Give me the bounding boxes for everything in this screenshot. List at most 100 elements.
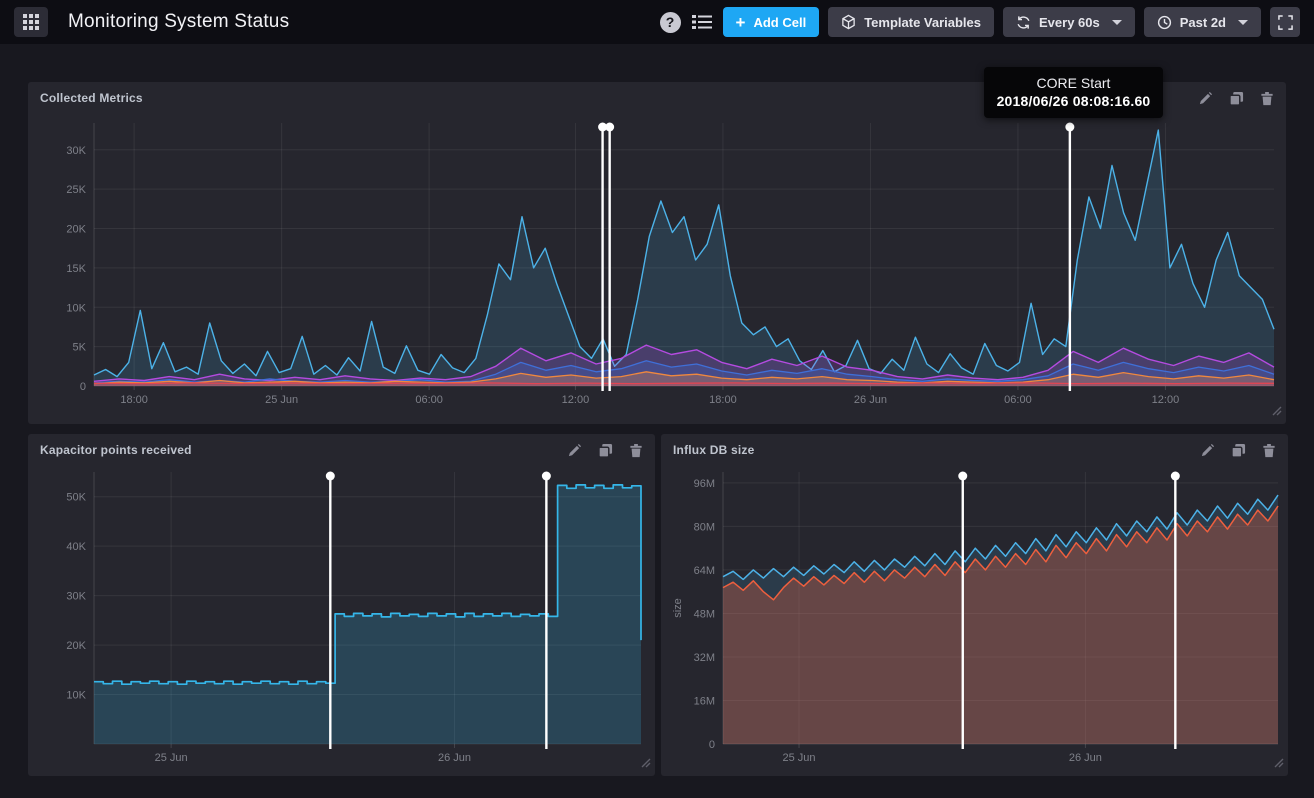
y-tick-label: 32M xyxy=(694,652,715,664)
annotation-handle[interactable] xyxy=(542,472,551,481)
cell-title: Kapacitor points received xyxy=(40,443,192,457)
series-line-points-red xyxy=(94,383,1274,384)
x-tick-label: 06:00 xyxy=(415,394,443,406)
y-tick-label: 80M xyxy=(694,521,715,533)
x-tick-label: 26 Jun xyxy=(438,752,471,764)
edit-cell-button[interactable] xyxy=(1198,91,1213,106)
y-tick-label: 96M xyxy=(694,478,715,490)
trash-icon xyxy=(629,443,643,458)
delete-cell-button[interactable] xyxy=(1262,443,1276,458)
add-cell-button[interactable]: + Add Cell xyxy=(723,7,820,37)
duplicate-icon xyxy=(598,443,613,458)
y-tick-label: 15K xyxy=(66,263,86,275)
cube-icon xyxy=(841,14,856,30)
y-tick-label: 5K xyxy=(73,342,87,354)
cell-title: Collected Metrics xyxy=(40,91,143,105)
x-tick-label: 26 Jun xyxy=(854,394,887,406)
refresh-icon xyxy=(1016,15,1031,30)
x-tick-label: 18:00 xyxy=(709,394,737,406)
cell-actions xyxy=(567,443,643,458)
help-icon[interactable]: ? xyxy=(660,12,681,33)
edit-cell-button[interactable] xyxy=(1200,443,1215,458)
cell-actions xyxy=(1198,91,1274,106)
presentation-mode-button[interactable] xyxy=(1270,7,1300,37)
y-tick-label: 20K xyxy=(66,640,86,652)
chart-canvas-collected-metrics[interactable]: 05K10K15K20K25K30K18:0025 Jun06:0012:001… xyxy=(36,115,1278,418)
list-icon xyxy=(692,14,712,30)
cell-collected-metrics: Collected Metrics 05K10K15K20K25K30K18:0… xyxy=(28,82,1286,424)
chart-canvas-kapacitor-points[interactable]: 10K 20K 30K 40K 50K 25 Jun 26 Jun xyxy=(36,467,647,770)
x-tick-label: 25 Jun xyxy=(783,752,816,764)
y-tick-label: 10K xyxy=(66,690,86,702)
duplicate-cell-button[interactable] xyxy=(1229,91,1244,106)
y-tick-label: 30K xyxy=(66,591,86,603)
y-tick-label: 25K xyxy=(66,184,86,196)
annotation-handle[interactable] xyxy=(958,472,967,481)
x-tick-label: 12:00 xyxy=(1152,394,1180,406)
time-range-dropdown[interactable]: Past 2d xyxy=(1144,7,1261,37)
grid-icon xyxy=(23,14,39,30)
y-tick-label: 64M xyxy=(694,565,715,577)
x-tick-label: 25 Jun xyxy=(265,394,298,406)
annotation-timestamp: 2018/06/26 08:08:16.60 xyxy=(994,93,1153,109)
annotation-title: CORE Start xyxy=(994,75,1153,91)
annotation-handle[interactable] xyxy=(605,123,614,132)
cell-influx-db-size: Influx DB size 0 16M 32M 48M 64M 80M 96M 25 Jun… xyxy=(661,434,1288,776)
chevron-down-icon xyxy=(1112,20,1122,25)
resize-handle[interactable] xyxy=(1272,755,1284,773)
x-tick-label: 18:00 xyxy=(120,394,148,406)
refresh-interval-dropdown[interactable]: Every 60s xyxy=(1003,7,1135,37)
duplicate-icon xyxy=(1229,91,1244,106)
add-cell-label: Add Cell xyxy=(753,15,806,30)
cell-header: Kapacitor points received xyxy=(28,434,655,466)
template-variables-button[interactable]: Template Variables xyxy=(828,7,994,37)
delete-cell-button[interactable] xyxy=(1260,91,1274,106)
fullscreen-icon xyxy=(1278,15,1293,30)
pencil-icon xyxy=(1200,443,1215,458)
annotation-handle[interactable] xyxy=(1171,472,1180,481)
cell-actions xyxy=(1200,443,1276,458)
annotation-tooltip: CORE Start 2018/06/26 08:08:16.60 xyxy=(984,67,1163,118)
graph-tips-button[interactable] xyxy=(690,7,714,37)
x-tick-label: 12:00 xyxy=(562,394,590,406)
cell-header: Influx DB size xyxy=(661,434,1288,466)
y-tick-label: 0 xyxy=(709,739,715,751)
resize-handle[interactable] xyxy=(1270,403,1282,421)
y-axis-title: size xyxy=(672,598,684,618)
y-tick-label: 0 xyxy=(80,381,86,393)
series-area-db-size-orange xyxy=(723,506,1278,744)
dashboards-menu-button[interactable] xyxy=(14,7,48,37)
y-tick-label: 48M xyxy=(694,608,715,620)
plus-icon: + xyxy=(736,14,746,31)
y-tick-label: 16M xyxy=(694,695,715,707)
annotation-handle[interactable] xyxy=(326,472,335,481)
duplicate-cell-button[interactable] xyxy=(598,443,613,458)
chevron-down-icon xyxy=(1238,20,1248,25)
duplicate-icon xyxy=(1231,443,1246,458)
cell-kapacitor-points: Kapacitor points received 10K 20K 30K 40K 50… xyxy=(28,434,655,776)
edit-cell-button[interactable] xyxy=(567,443,582,458)
x-tick-label: 06:00 xyxy=(1004,394,1032,406)
annotation-handle[interactable] xyxy=(1065,123,1074,132)
chart-canvas-influx-db-size[interactable]: 016M32M48M64M80M96M25 Jun26 Junsize xyxy=(669,467,1280,770)
x-tick-label: 25 Jun xyxy=(155,752,188,764)
top-nav: Monitoring System Status ? + Add Cell Te… xyxy=(0,0,1314,44)
trash-icon xyxy=(1260,91,1274,106)
y-tick-label: 40K xyxy=(66,541,86,553)
duplicate-cell-button[interactable] xyxy=(1231,443,1246,458)
y-tick-label: 30K xyxy=(66,145,86,157)
nav-actions: ? + Add Cell Template Variables xyxy=(660,7,1300,37)
template-variables-label: Template Variables xyxy=(864,15,981,30)
trash-icon xyxy=(1262,443,1276,458)
series-area-kapacitor-points xyxy=(94,485,641,744)
delete-cell-button[interactable] xyxy=(629,443,643,458)
page-title: Monitoring System Status xyxy=(68,11,289,33)
y-tick-label: 20K xyxy=(66,224,86,236)
cell-title: Influx DB size xyxy=(673,443,754,457)
y-tick-label: 50K xyxy=(66,492,86,504)
series-area-points-main xyxy=(94,130,1274,386)
resize-handle[interactable] xyxy=(639,755,651,773)
time-range-label: Past 2d xyxy=(1180,15,1226,30)
refresh-interval-label: Every 60s xyxy=(1039,15,1100,30)
pencil-icon xyxy=(1198,91,1213,106)
